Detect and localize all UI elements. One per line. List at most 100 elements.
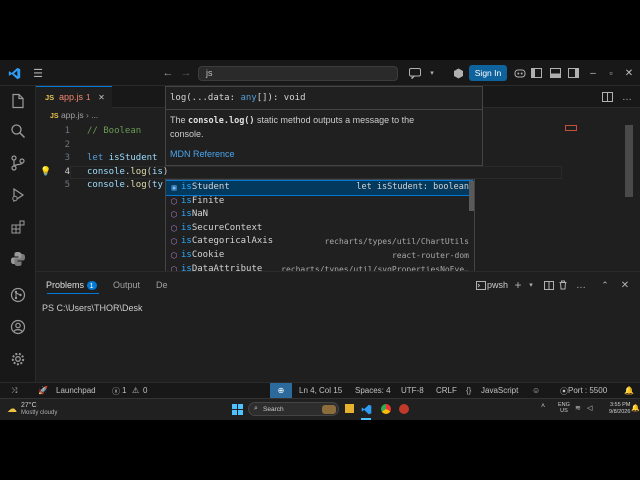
git-graph-icon[interactable] xyxy=(6,284,30,306)
search-icon[interactable] xyxy=(6,120,30,142)
language-indicator[interactable]: ENG US xyxy=(558,402,570,414)
accounts-icon[interactable] xyxy=(6,316,30,338)
suggest-scrollbar[interactable] xyxy=(469,181,474,211)
minimize-icon[interactable]: – xyxy=(586,66,600,80)
tab-debug-console[interactable]: De xyxy=(156,280,168,290)
more-actions-icon[interactable]: … xyxy=(575,279,587,291)
new-terminal-icon[interactable]: + xyxy=(512,278,524,292)
command-center-search[interactable]: js xyxy=(198,66,398,81)
language-mode[interactable]: JavaScript xyxy=(481,386,518,395)
suggestion-detail: recharts/types/util/ChartUtils xyxy=(324,237,470,247)
volume-icon[interactable]: ◁ xyxy=(587,404,592,412)
chevron-down-icon[interactable]: ▾ xyxy=(526,280,536,290)
copilot-status-icon[interactable]: ☺ xyxy=(532,386,540,395)
run-debug-icon[interactable] xyxy=(6,184,30,206)
source-control-icon[interactable] xyxy=(6,152,30,174)
weather-temp[interactable]: 27°C xyxy=(21,402,37,409)
code-line-3[interactable]: let isStudent xyxy=(87,153,157,163)
encoding[interactable]: UTF-8 xyxy=(401,386,424,395)
wifi-icon[interactable]: ≋ xyxy=(575,404,581,412)
split-terminal-icon[interactable] xyxy=(543,279,555,291)
suggestion-item[interactable]: ⬡ isNaN xyxy=(166,208,472,222)
notification-icon[interactable]: 🔔 xyxy=(631,404,640,412)
suggestion-label: isSecureContext xyxy=(181,222,263,233)
code-line-5[interactable]: console.log(ty xyxy=(87,180,163,190)
tab-problems[interactable]: Problems 1 xyxy=(46,280,97,290)
copilot-chat-icon[interactable] xyxy=(408,66,422,80)
errors-icon[interactable]: ⓧ xyxy=(112,386,120,397)
errors-count[interactable]: 1 xyxy=(122,386,126,395)
close-panel-icon[interactable]: ✕ xyxy=(619,279,631,291)
suggestion-detail: let isStudent: boolean xyxy=(356,182,469,192)
extensions-icon[interactable] xyxy=(6,216,30,238)
app-icon[interactable] xyxy=(399,404,409,414)
close-window-icon[interactable]: ✕ xyxy=(622,66,636,80)
chevron-down-icon[interactable]: ▾ xyxy=(427,66,437,80)
weather-condition[interactable]: Mostly cloudy xyxy=(21,410,57,416)
warnings-count[interactable]: 0 xyxy=(143,386,147,395)
live-server-port[interactable]: Port : 5500 xyxy=(568,386,607,395)
suggestion-item[interactable]: ⬡ isCookie react-router-dom xyxy=(166,249,472,263)
file-explorer-icon[interactable] xyxy=(345,404,354,413)
copilot-icon[interactable] xyxy=(513,66,527,80)
breadcrumb-file[interactable]: app.js xyxy=(61,110,84,120)
tab-app-js[interactable]: JS app.js 1 ✕ xyxy=(36,86,112,108)
toggle-panel-icon[interactable] xyxy=(548,66,562,80)
code-line-4[interactable]: console.log(is) xyxy=(87,167,168,177)
lightbulb-icon[interactable]: 💡 xyxy=(40,166,52,179)
suggestion-item[interactable]: ⬡ isFinite xyxy=(166,195,472,209)
suggestion-item[interactable]: ▣ isStudent let isStudent: boolean xyxy=(166,180,473,196)
notifications-bell-icon[interactable]: 🔔 xyxy=(624,386,634,395)
toggle-primary-sidebar-icon[interactable] xyxy=(529,66,543,80)
forward-arrow-icon[interactable]: → xyxy=(178,65,194,81)
python-icon[interactable] xyxy=(6,248,30,270)
language-braces-icon[interactable]: {} xyxy=(466,386,471,395)
terminal-shell-label[interactable]: pwsh xyxy=(487,280,508,290)
port-icon[interactable]: ⦿ xyxy=(560,386,568,397)
kill-terminal-icon[interactable] xyxy=(557,279,569,291)
suggestion-label: isStudent xyxy=(181,182,230,192)
explorer-icon[interactable] xyxy=(6,90,30,112)
cursor-position[interactable]: Ln 4, Col 15 xyxy=(299,386,342,395)
menu-icon[interactable]: ☰ xyxy=(30,65,46,81)
settings-gear-icon[interactable] xyxy=(6,348,30,370)
launchpad-label[interactable]: Launchpad xyxy=(56,386,96,395)
warnings-icon[interactable]: ⚠ xyxy=(132,386,139,395)
screen: ☰ ← → js ▾ Sign In – ▫ ✕ JS app.js 1 ✕ …… xyxy=(0,60,640,420)
line-ending[interactable]: CRLF xyxy=(436,386,457,395)
suggestion-label: isNaN xyxy=(181,209,209,220)
windows-start-icon[interactable] xyxy=(231,403,244,416)
accounts-badge-icon[interactable] xyxy=(451,66,465,80)
tray-chevron-icon[interactable]: ˄ xyxy=(541,403,545,410)
vscode-taskbar-icon[interactable] xyxy=(360,402,373,416)
suggestion-item[interactable]: ⬡ isCategoricalAxis recharts/types/util/Ch… xyxy=(166,235,472,249)
maximize-panel-icon[interactable]: ⌃ xyxy=(599,279,611,291)
remote-icon[interactable]: ⤨ xyxy=(11,386,17,396)
breadcrumb-more[interactable]: ... xyxy=(91,110,98,120)
code-line-1[interactable]: // Boolean xyxy=(87,126,141,136)
sign-in-button[interactable]: Sign In xyxy=(469,65,507,81)
close-tab-icon[interactable]: ✕ xyxy=(96,92,107,103)
editor-scrollbar[interactable] xyxy=(625,125,633,197)
launchpad-icon[interactable]: 🚀 xyxy=(38,386,48,395)
clock[interactable]: 3:55 PM 9/8/2026 xyxy=(609,402,630,416)
search-icon: ⌕ xyxy=(254,405,258,412)
weather-icon[interactable]: ☁ xyxy=(6,403,18,415)
split-editor-icon[interactable] xyxy=(600,90,614,104)
problems-count-badge: 1 xyxy=(86,281,97,290)
tab-output[interactable]: Output xyxy=(113,280,140,290)
chrome-icon[interactable] xyxy=(381,404,391,414)
js-file-icon: JS xyxy=(45,93,55,102)
zoom-icon[interactable]: ⊕ xyxy=(270,383,292,398)
back-arrow-icon[interactable]: ← xyxy=(160,65,176,81)
method-icon: ⬡ xyxy=(170,237,178,247)
taskbar-search-box[interactable]: ⌕ Search xyxy=(248,402,339,416)
maximize-icon[interactable]: ▫ xyxy=(604,66,618,80)
more-actions-icon[interactable]: … xyxy=(620,90,634,104)
toggle-secondary-sidebar-icon[interactable] xyxy=(566,66,580,80)
indentation[interactable]: Spaces: 4 xyxy=(355,386,391,395)
hover-description: The console.log() static method outputs … xyxy=(170,115,415,126)
suggestion-item[interactable]: ⬡ isSecureContext xyxy=(166,222,472,236)
terminal-prompt[interactable]: PS C:\Users\THOR\Desk xyxy=(42,303,143,313)
mdn-reference-link[interactable]: MDN Reference xyxy=(170,149,235,159)
